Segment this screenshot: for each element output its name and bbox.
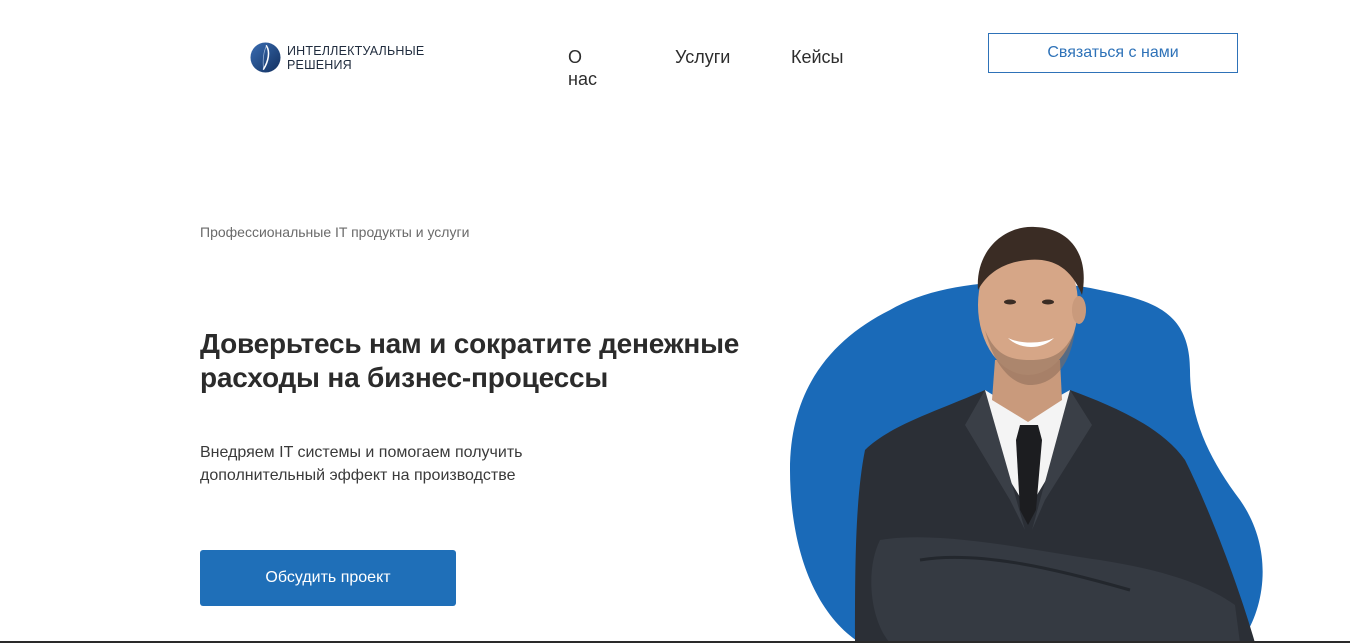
logo-icon — [250, 42, 281, 73]
hero-eyebrow: Профессиональные IT продукты и услуги — [200, 224, 470, 240]
contact-us-button[interactable]: Связаться с нами — [988, 33, 1238, 73]
brand-line-1: ИНТЕЛЛЕКТУАЛЬНЫЕ — [287, 43, 425, 58]
discuss-project-button[interactable]: Обсудить проект — [200, 550, 456, 606]
brand-name: ИНТЕЛЛЕКТУАЛЬНЫЕ РЕШЕНИЯ — [287, 44, 424, 72]
hero-headline: Доверьтесь нам и сократите денежные расх… — [200, 328, 740, 393]
nav-item-services[interactable]: Услуги — [675, 46, 730, 68]
brand-line-2: РЕШЕНИЯ — [287, 57, 352, 72]
brand-logo[interactable]: ИНТЕЛЛЕКТУАЛЬНЫЕ РЕШЕНИЯ — [250, 42, 424, 73]
hero-illustration — [790, 226, 1263, 643]
nav-item-about[interactable]: О нас — [568, 46, 597, 90]
nav-item-cases[interactable]: Кейсы — [791, 46, 844, 68]
hero-subtext: Внедряем IT системы и помогаем получить … — [200, 444, 523, 484]
